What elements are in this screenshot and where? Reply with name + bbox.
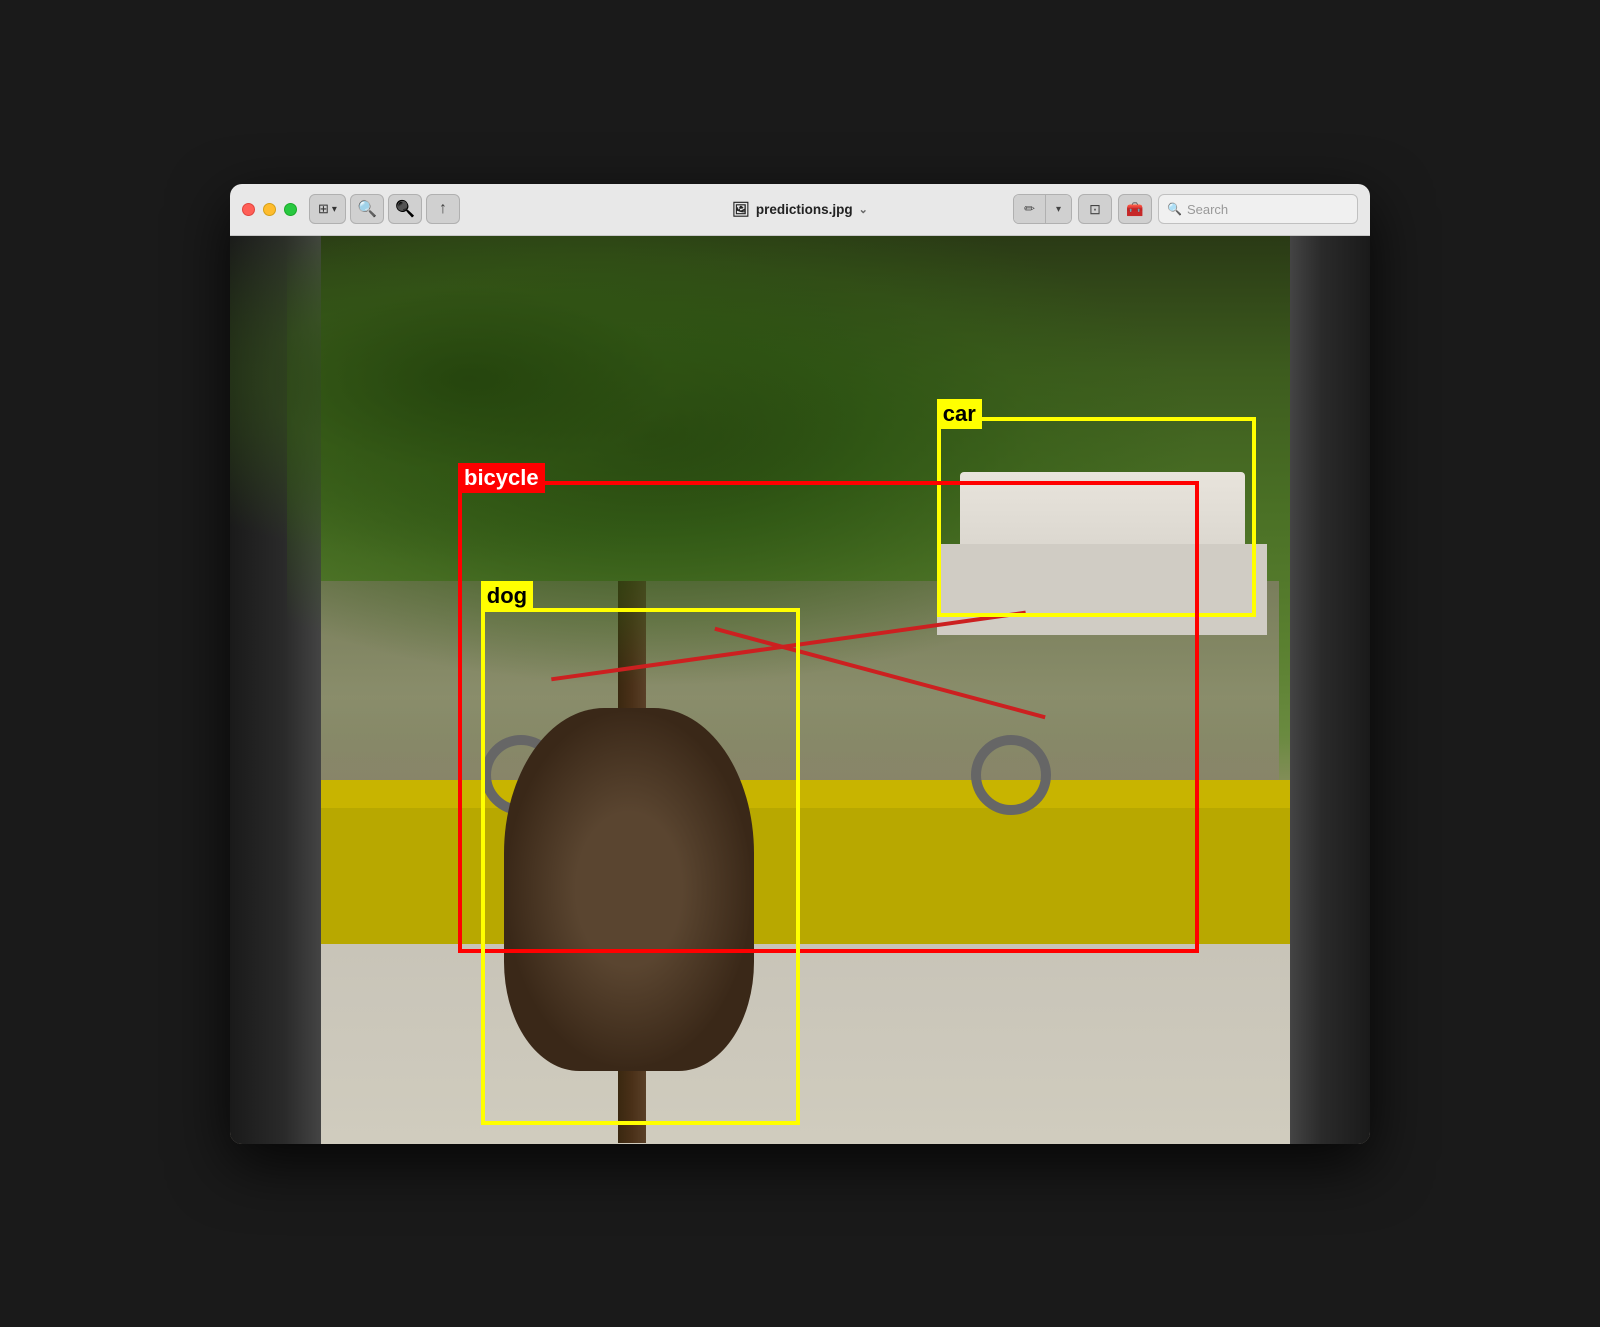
right-porch-column [1290, 236, 1370, 1144]
markup-pencil-icon: ✏ [1024, 201, 1035, 217]
search-box[interactable]: 🔍 Search [1158, 194, 1358, 224]
zoom-in-icon: 🔍 [395, 199, 415, 219]
content-area: car bicycle dog [230, 236, 1370, 1144]
detection-label-car: car [937, 399, 982, 429]
detection-label-bicycle: bicycle [458, 463, 545, 493]
maximize-button[interactable] [284, 203, 297, 216]
sidebar-toggle-button[interactable]: ⊞ ▾ [309, 194, 346, 224]
sidebar-toggle-icon: ⊞ [318, 201, 329, 217]
detection-label-dog: dog [481, 581, 533, 611]
search-placeholder: Search [1187, 202, 1228, 217]
copy-button[interactable]: ⊡ [1078, 194, 1112, 224]
zoom-in-button[interactable]: 🔍 [388, 194, 422, 224]
app-window: ⊞ ▾ 🔍 🔍 ↑ 🖼 predictions.jpg ⌄ ✏ [230, 184, 1370, 1144]
toolbar-right: ✏ ▾ ⊡ 🧰 🔍 Search [1013, 194, 1358, 224]
yellow-wall [321, 789, 1290, 943]
share-icon: ↑ [439, 200, 447, 218]
tree-foliage-2 [230, 236, 1028, 645]
markup-chevron-icon: ▾ [1056, 204, 1061, 215]
toolbox-button[interactable]: 🧰 [1118, 194, 1152, 224]
copy-icon: ⊡ [1089, 201, 1101, 218]
toolbar-left: ⊞ ▾ 🔍 🔍 ↑ [309, 194, 460, 224]
window-title: predictions.jpg [756, 202, 853, 217]
markup-button[interactable]: ✏ [1014, 195, 1046, 223]
search-icon: 🔍 [1167, 202, 1182, 216]
zoom-out-icon: 🔍 [357, 199, 377, 219]
sidebar-toggle-chevron: ▾ [332, 204, 337, 215]
dog-body [504, 708, 755, 1071]
markup-group: ✏ ▾ [1013, 194, 1072, 224]
file-icon: 🖼 [732, 201, 750, 218]
close-button[interactable] [242, 203, 255, 216]
minimize-button[interactable] [263, 203, 276, 216]
share-button[interactable]: ↑ [426, 194, 460, 224]
yellow-wall-top [321, 780, 1290, 807]
toolbox-icon: 🧰 [1126, 201, 1143, 218]
image-scene: car bicycle dog [230, 236, 1370, 1144]
markup-chevron-button[interactable]: ▾ [1046, 195, 1071, 223]
zoom-out-button[interactable]: 🔍 [350, 194, 384, 224]
bike-wheel-rear [971, 735, 1051, 815]
car-base [937, 544, 1268, 635]
porch-floor [321, 944, 1290, 1144]
title-chevron-icon: ⌄ [859, 203, 868, 216]
window-title-area: 🖼 predictions.jpg ⌄ [732, 201, 868, 218]
traffic-lights [242, 203, 297, 216]
titlebar: ⊞ ▾ 🔍 🔍 ↑ 🖼 predictions.jpg ⌄ ✏ [230, 184, 1370, 236]
